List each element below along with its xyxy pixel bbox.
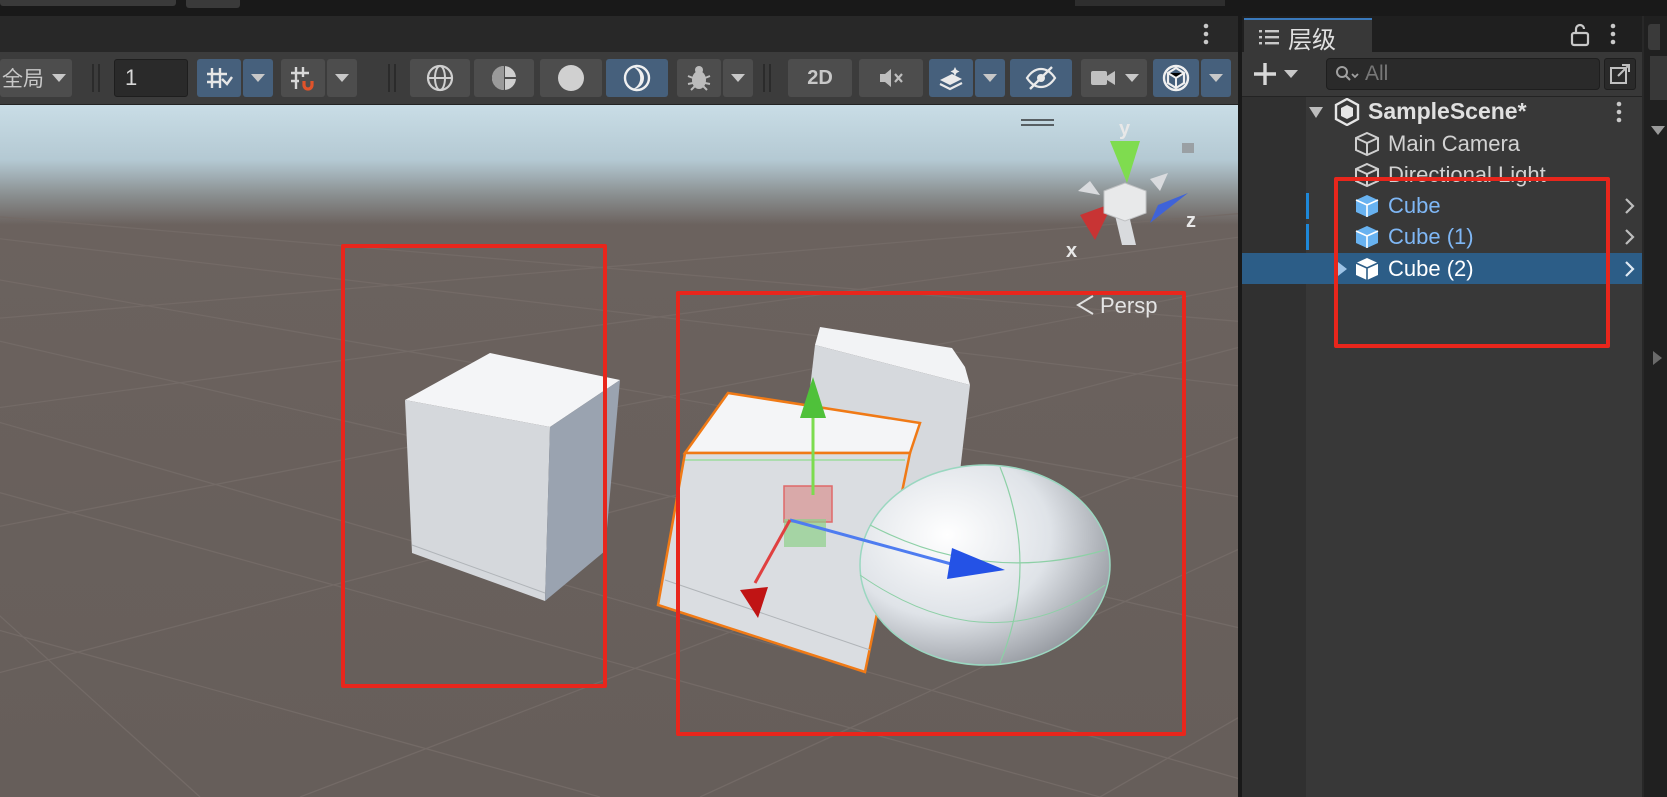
toolbar-separator: [763, 64, 765, 92]
adjacent-toolbar: [1650, 56, 1667, 100]
hierarchy-tab-title: 层级: [1288, 26, 1336, 54]
gizmos-dropdown[interactable]: [1201, 59, 1231, 97]
shaded-icon: [558, 65, 584, 91]
debug-icon: [687, 66, 711, 91]
search-placeholder: All: [1365, 62, 1389, 85]
toolbar-separator: [92, 64, 94, 92]
hierarchy-item-main-camera[interactable]: Main Camera: [1242, 128, 1642, 159]
grid-size-input[interactable]: 1: [114, 59, 188, 97]
search-icon: [1336, 66, 1359, 81]
scene-row[interactable]: SampleScene*: [1242, 96, 1642, 127]
effects-toggle-button[interactable]: [929, 59, 973, 97]
scene-camera-button[interactable]: [1081, 59, 1147, 97]
audio-toggle-button[interactable]: [859, 59, 923, 97]
increment-snap-icon: [291, 67, 314, 91]
expand-arrow-icon[interactable]: [1308, 105, 1324, 119]
wireframe-mode-button[interactable]: [410, 59, 470, 97]
dropdown-caret-icon: [251, 74, 265, 82]
dropdown-caret-icon: [1125, 74, 1139, 82]
lighting-icon: [623, 64, 651, 92]
annotation-box-left-cube: [341, 244, 607, 688]
scene-icon: [1334, 97, 1360, 126]
dropdown-caret-icon: [983, 74, 997, 82]
scene-name: SampleScene*: [1368, 98, 1527, 124]
global-local-dropdown[interactable]: 全局: [0, 59, 72, 97]
gizmo-x-label: x: [1066, 240, 1077, 262]
camera-icon: [1091, 71, 1115, 85]
toolbar-separator: [98, 64, 100, 92]
dropdown-caret-icon: [731, 74, 745, 82]
more-vert-icon[interactable]: [1202, 22, 1210, 46]
top-tab-fragment-3: [1075, 0, 1225, 6]
gizmo-y-cone[interactable]: [1110, 141, 1140, 183]
visibility-icon: [1025, 66, 1057, 90]
top-tab-fragment[interactable]: [0, 0, 176, 6]
increment-snap-button[interactable]: [281, 59, 325, 97]
chevron-right-icon[interactable]: [1624, 197, 1636, 215]
search-input[interactable]: All: [1326, 58, 1600, 90]
plus-icon: [1254, 63, 1276, 85]
adjacent-tab[interactable]: [1648, 24, 1660, 50]
hierarchy-item-label: Main Camera: [1388, 130, 1521, 156]
shaded-mode-button[interactable]: [540, 59, 602, 97]
dropdown-caret-icon: [1209, 74, 1223, 82]
toolbar-separator: [394, 64, 396, 92]
gizmo-lock-icon[interactable]: [1182, 143, 1194, 153]
effects-dropdown[interactable]: [975, 59, 1005, 97]
gizmo-z-label: z: [1186, 210, 1196, 232]
top-tab-fragment-2[interactable]: [186, 0, 240, 8]
more-vert-icon[interactable]: [1609, 22, 1617, 46]
scene-header: [0, 16, 1238, 52]
adjacent-collapse-icon: [1653, 351, 1662, 365]
viewport-drag-handle[interactable]: [1021, 119, 1054, 126]
override-indicator: [1306, 193, 1309, 219]
gizmos-button[interactable]: [1153, 59, 1199, 97]
dropdown-caret-icon: [52, 74, 66, 82]
orientation-gizmo[interactable]: y z x: [1066, 118, 1196, 262]
lock-icon[interactable]: [1570, 23, 1590, 47]
debug-draw-button[interactable]: [677, 59, 721, 97]
audio-mute-icon: [880, 69, 903, 87]
2d-mode-button[interactable]: 2D: [788, 59, 852, 97]
dropdown-caret-icon: [1284, 70, 1298, 78]
2d-mode-label: 2D: [807, 66, 833, 89]
shaded-wireframe-button[interactable]: [474, 59, 534, 97]
shaded-wireframe-icon: [492, 66, 516, 90]
override-indicator: [1306, 224, 1309, 250]
grid-size-value: 1: [125, 65, 138, 90]
toolbar-separator: [769, 64, 771, 92]
toolbar-separator: [388, 64, 390, 92]
grid-snap-icon: [207, 68, 233, 88]
chevron-right-icon[interactable]: [1624, 260, 1636, 278]
chevron-right-icon[interactable]: [1624, 228, 1636, 246]
increment-snap-dropdown[interactable]: [327, 59, 357, 97]
annotation-box-selection-group: [676, 291, 1186, 736]
scene-visibility-button[interactable]: [1010, 59, 1072, 97]
global-label: 全局: [2, 68, 44, 91]
debug-draw-dropdown[interactable]: [723, 59, 753, 97]
annotation-box-hierarchy: [1334, 177, 1610, 348]
gameobject-cube-icon: [1355, 131, 1379, 156]
adjacent-panel-edge: [1644, 16, 1667, 797]
gizmos-icon: [1162, 64, 1190, 92]
adjacent-expand-icon: [1651, 126, 1665, 135]
grid-snap-button[interactable]: [197, 59, 241, 97]
create-button[interactable]: [1252, 60, 1302, 88]
top-strip: [0, 0, 1667, 16]
wireframe-shading-icon: [426, 64, 454, 92]
lighting-mode-button[interactable]: [606, 59, 668, 97]
hierarchy-list-icon: [1259, 30, 1279, 45]
search-popout-icon: [1610, 64, 1630, 84]
search-options-button[interactable]: [1604, 58, 1636, 90]
dropdown-caret-icon: [335, 74, 349, 82]
hierarchy-tab[interactable]: 层级: [1244, 18, 1372, 54]
more-vert-icon[interactable]: [1615, 100, 1623, 124]
gizmo-y-label: y: [1119, 118, 1131, 140]
effects-icon: [939, 67, 963, 91]
grid-snap-dropdown[interactable]: [243, 59, 273, 97]
